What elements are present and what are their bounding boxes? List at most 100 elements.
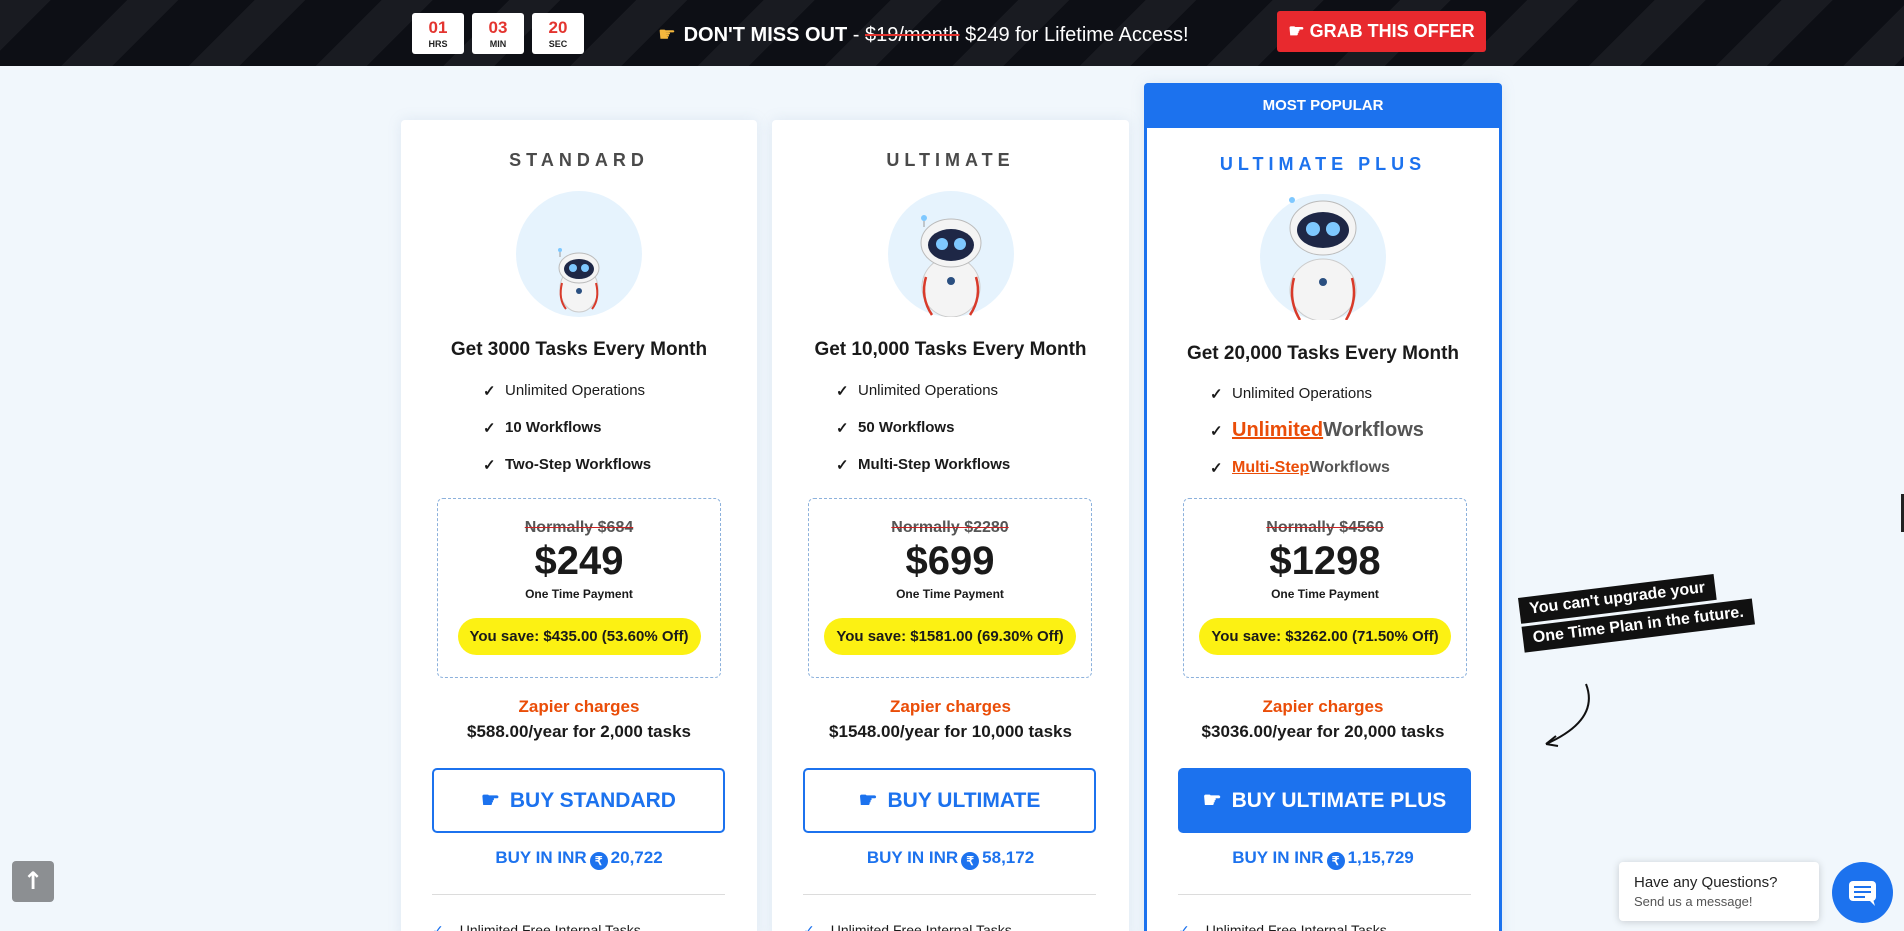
buy-inr-link[interactable]: BUY IN INR ₹20,722 [401,848,757,870]
curved-arrow-icon [1545,683,1590,747]
chat-question: Have any Questions? [1634,874,1778,891]
check-icon: ✓ [836,419,849,437]
buy-inr-label: BUY IN INR [866,848,959,867]
robot-icon [516,191,642,317]
check-icon: ✓ [483,456,496,474]
timer-hours-value: 01 [428,18,448,37]
buy-button-label: BUY ULTIMATE PLUS [1231,788,1447,812]
countdown-timer: 01 HRS 03 MIN 20 SEC [412,13,584,54]
promo-headline: DON'T MISS OUT [683,24,848,46]
plan-name: ULTIMATE [886,150,1015,170]
payment-type: One Time Payment [1271,587,1379,601]
check-icon: ✓ [483,382,496,400]
feature-label: 50 Workflows [858,419,955,436]
check-icon: ✓ [803,922,815,931]
promo-text: ☛ DON'T MISS OUT - $19/month $249 for Li… [658,22,1189,47]
divider [1178,894,1471,895]
plan-name: STANDARD [509,150,649,170]
plan-tasks: Get 10,000 Tasks Every Month [814,339,1087,360]
pointing-hand-icon: ☛ [1202,789,1222,812]
pointing-hand-icon: ☛ [1288,21,1305,41]
divider [803,894,1096,895]
grab-offer-label: GRAB THIS OFFER [1309,21,1475,41]
buy-ultimate-button[interactable]: ☛ BUY ULTIMATE [803,768,1096,833]
promo-offer: $249 for Lifetime Access! [959,24,1189,46]
payment-type: One Time Payment [896,587,1004,601]
check-icon: ✓ [1210,459,1223,477]
timer-seconds: 20 SEC [532,13,584,54]
chat-prompt[interactable]: Have any Questions? Send us a message! [1619,862,1819,921]
pointing-hand-icon: ☛ [658,24,676,46]
plan-price: $1298 [1269,539,1381,583]
rupee-icon: ₹ [589,852,608,870]
plan-features: ✓ Unlimited Operations ✓ 50 Workflows ✓ Mul… [772,372,1129,483]
timer-hours-label: HRS [428,39,448,49]
rupee-icon: ₹ [1326,852,1345,870]
most-popular-badge: MOST POPULAR [1144,83,1502,128]
feature-label: 10 Workflows [505,419,602,436]
buy-inr-price: 20,722 [610,848,663,867]
zapier-price: $588.00/year for 2,000 tasks [466,722,691,741]
timer-minutes-label: MIN [489,39,507,49]
check-icon: ✓ [1178,922,1190,931]
check-icon: ✓ [836,382,849,400]
timer-seconds-label: SEC [548,39,568,49]
extra-feature-label: Unlimited Free Internal Tasks [1205,922,1387,931]
normal-price: Normally $684 [524,519,634,536]
plan-features: ✓ Unlimited Operations ✓ Unlimited Workflo… [1147,375,1499,486]
savings-badge: You save: $435.00 (53.60% Off) [457,618,701,655]
robot-icon [887,191,1014,317]
check-icon: ✓ [836,456,849,474]
buy-inr-label: BUY IN INR [495,848,587,867]
zapier-price: $1548.00/year for 10,000 tasks [829,722,1072,741]
feature-label: Unlimited Operations [505,382,646,399]
feature-label: Two-Step Workflows [505,456,652,473]
extra-feature: ✓ Unlimited Free Internal Tasks [803,922,1012,931]
feature-label: Workflows [1309,458,1390,476]
buy-button-label: BUY ULTIMATE [887,788,1041,812]
price-box: Normally $2280 $699 One Time Payment You… [808,498,1092,678]
timer-seconds-value: 20 [548,18,568,37]
plan-tasks: Get 20,000 Tasks Every Month [1186,343,1460,364]
promo-separator: - [847,24,865,46]
buy-inr-price: 58,172 [982,848,1035,867]
pointing-hand-icon: ☛ [481,789,500,812]
chat-launcher-button[interactable] [1832,862,1893,923]
grab-offer-button[interactable]: ☛ GRAB THIS OFFER [1277,11,1486,52]
extra-feature: ✓ Unlimited Free Internal Tasks [1178,922,1387,931]
feature-item: ✓ Multi-Step Workflows [836,446,1129,483]
buy-standard-button[interactable]: ☛ BUY STANDARD [432,768,725,833]
upgrade-note: You can't upgrade your One Time Plan in … [1518,570,1756,656]
plan-card-ultimate-plus: MOST POPULAR ULTIMATE PLUS Get 20,000 Ta… [1144,83,1502,931]
feature-item: ✓ Unlimited Operations [483,372,757,409]
pointing-hand-icon: ☛ [858,789,878,812]
zapier-label: Zapier charges [890,697,1011,716]
check-icon: ✓ [432,922,444,931]
divider [432,894,725,895]
zapier-label: Zapier charges [1262,697,1384,716]
chat-subtitle: Send us a message! [1634,894,1753,909]
feature-label: Multi-Step Workflows [858,456,1011,473]
extra-feature: ✓ Unlimited Free Internal Tasks [432,922,641,931]
feature-highlight: Multi-Step [1232,458,1310,476]
plan-name: ULTIMATE PLUS [1219,154,1427,174]
scroll-to-top-button[interactable]: ↑ [12,861,54,902]
feature-item: ✓ Unlimited Workflows [1210,412,1499,449]
feature-label: Workflows [1323,419,1424,441]
extra-feature-label: Unlimited Free Internal Tasks [830,922,1012,931]
plan-card-standard: STANDARD Get 3000 Tasks Every Month ✓ Unl… [401,120,757,931]
feature-highlight: Unlimited [1232,419,1324,441]
check-icon: ✓ [1210,385,1223,403]
buy-ultimate-plus-button[interactable]: ☛ BUY ULTIMATE PLUS [1178,768,1471,833]
feature-item: ✓ Unlimited Operations [1210,375,1499,412]
feature-item: ✓ 50 Workflows [836,409,1129,446]
feature-label: Unlimited Operations [858,382,999,399]
timer-minutes: 03 MIN [472,13,524,54]
timer-minutes-value: 03 [488,18,508,37]
feature-item: ✓ Unlimited Operations [836,372,1129,409]
normal-price: Normally $2280 [891,519,1009,536]
buy-inr-link[interactable]: BUY IN INR ₹1,15,729 [1147,848,1499,870]
buy-inr-link[interactable]: BUY IN INR ₹58,172 [772,848,1129,870]
payment-type: One Time Payment [525,587,633,601]
check-icon: ✓ [1210,422,1223,440]
